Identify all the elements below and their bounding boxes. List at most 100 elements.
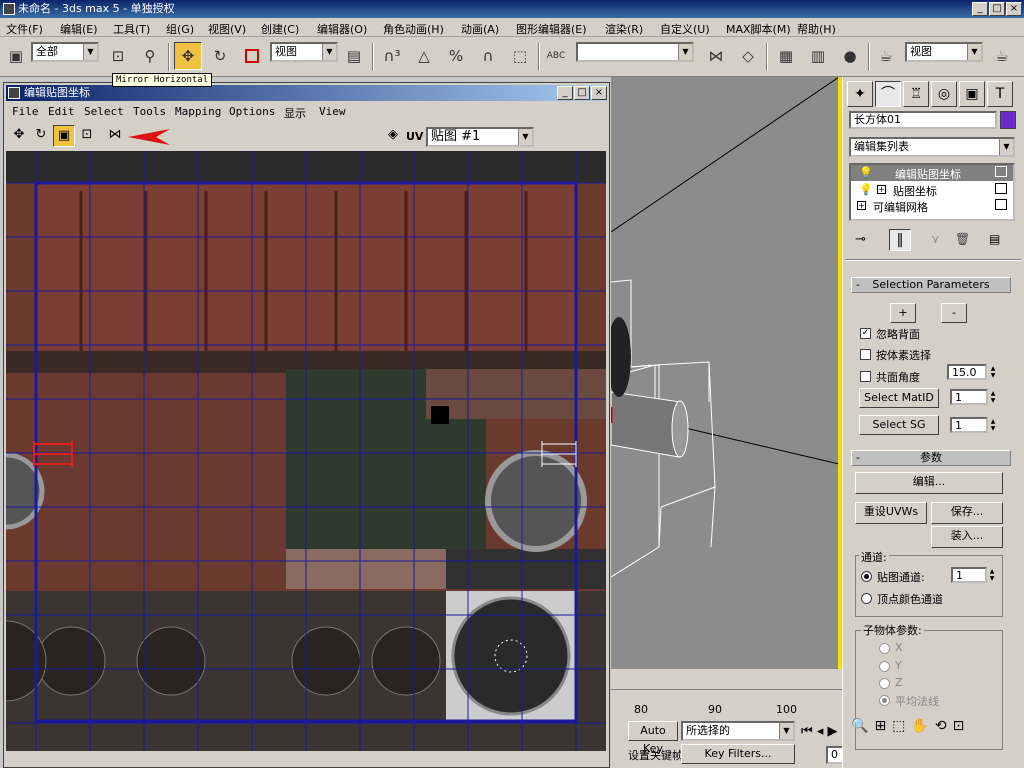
axis-y-radio[interactable] xyxy=(879,661,890,672)
shrink-selection-button[interactable]: - xyxy=(941,303,967,323)
axis-z-radio[interactable] xyxy=(879,678,890,689)
uv-menu-file[interactable]: File xyxy=(12,105,39,118)
spinner-icon[interactable]: ▲ ▼ xyxy=(988,365,998,379)
scale-icon[interactable] xyxy=(238,42,266,70)
viewport[interactable] xyxy=(607,76,840,669)
key-filters-button[interactable]: Key Filters... xyxy=(681,744,795,764)
hierarchy-tab-icon[interactable]: ♖ xyxy=(903,81,929,107)
spinner-icon[interactable]: ▲ ▼ xyxy=(988,390,998,404)
material-editor-icon[interactable]: ● xyxy=(836,42,864,70)
stack-item-uvw-map[interactable]: 💡 + 贴图坐标 xyxy=(851,182,1013,198)
named-selection-icon[interactable]: ⬚ xyxy=(506,42,534,70)
select-sg-button[interactable]: Select SG xyxy=(859,415,939,435)
uv-close-button[interactable]: × xyxy=(591,86,607,100)
ref-coord-dropdown[interactable]: 视图 ▼ xyxy=(270,42,338,62)
display-tab-icon[interactable]: ▣ xyxy=(959,81,985,107)
save-button[interactable]: 保存... xyxy=(931,502,1003,524)
snap-3d-icon[interactable]: ∩³ xyxy=(378,42,406,70)
menu-editors[interactable]: 编辑器(O) xyxy=(317,21,367,37)
quick-render-icon[interactable]: ☕ xyxy=(988,42,1016,70)
uv-render-icon[interactable]: ◈ xyxy=(382,125,404,147)
schematic-view-icon[interactable]: ▥ xyxy=(804,42,832,70)
stack-item-unwrap[interactable]: 💡 编辑贴图坐标 xyxy=(851,165,1013,181)
named-selection-dropdown[interactable]: ▼ xyxy=(576,42,694,62)
parameters-rollout[interactable]: - 参数 xyxy=(851,450,1011,466)
menu-animation[interactable]: 动画(A) xyxy=(461,21,499,37)
show-end-result-icon[interactable]: ‖ xyxy=(889,229,911,251)
configure-sets-icon[interactable]: ▤ xyxy=(989,232,1000,246)
menu-view[interactable]: 视图(V) xyxy=(208,21,246,37)
uv-menu-mapping[interactable]: Mapping xyxy=(175,105,221,118)
uv-minimize-button[interactable]: _ xyxy=(557,86,573,100)
create-tab-icon[interactable]: ✦ xyxy=(847,81,873,107)
menu-create[interactable]: 创建(C) xyxy=(261,21,299,37)
spinner-icon[interactable]: ▲ ▼ xyxy=(988,418,998,432)
arc-rotate-icon[interactable]: ⟲ xyxy=(935,718,953,734)
uv-freeform-icon[interactable]: ⊡ xyxy=(76,125,98,147)
menu-customize[interactable]: 自定义(U) xyxy=(660,21,710,37)
spinner-snap-icon[interactable]: ∩ xyxy=(474,42,502,70)
uv-menu-view[interactable]: View xyxy=(319,105,346,118)
menu-graph-editors[interactable]: 图形编辑器(E) xyxy=(516,21,587,37)
modify-tab-icon[interactable]: ⌒ xyxy=(875,81,901,107)
play-icon[interactable]: ▶ xyxy=(828,724,838,739)
uv-move-icon[interactable]: ✥ xyxy=(8,125,30,147)
utilities-tab-icon[interactable]: T xyxy=(987,81,1013,107)
uv-maximize-button[interactable]: □ xyxy=(574,86,590,100)
select-matid-button[interactable]: Select MatID xyxy=(859,388,939,408)
menu-rendering[interactable]: 渲染(R) xyxy=(605,21,643,37)
uv-menu-edit[interactable]: Edit xyxy=(48,105,75,118)
key-mode-dropdown[interactable]: 所选择的 ▼ xyxy=(681,721,795,741)
close-button[interactable]: × xyxy=(1006,2,1022,16)
matid-field[interactable]: 1 xyxy=(950,389,988,405)
rotate-icon[interactable]: ↻ xyxy=(206,42,234,70)
edit-button[interactable]: 编辑... xyxy=(855,472,1003,494)
grow-selection-button[interactable]: + xyxy=(890,303,916,323)
vertex-color-radio[interactable] xyxy=(861,593,872,604)
spinner-icon[interactable]: ▲ ▼ xyxy=(987,568,997,582)
mirror-horizontal-icon[interactable]: ⋈ xyxy=(104,125,126,147)
select-object-icon[interactable]: ⊡ xyxy=(104,42,132,70)
selected-uv-edges[interactable] xyxy=(33,441,73,467)
remove-modifier-icon[interactable]: 🗑 xyxy=(955,232,970,246)
modifier-list-dropdown[interactable]: 编辑集列表 ▼ xyxy=(849,137,1015,157)
planar-angle-checkbox[interactable] xyxy=(860,371,871,382)
uv-rotate-icon[interactable]: ↻ xyxy=(30,125,52,147)
menu-file[interactable]: 文件(F) xyxy=(6,21,43,37)
lightbulb-icon[interactable]: 💡 xyxy=(859,166,873,179)
selection-params-rollout[interactable]: - Selection Parameters xyxy=(851,277,1011,293)
angle-snap-icon[interactable]: △ xyxy=(410,42,438,70)
expand-icon[interactable]: + xyxy=(877,185,886,194)
load-button[interactable]: 装入... xyxy=(931,526,1003,548)
motion-tab-icon[interactable]: ◎ xyxy=(931,81,957,107)
pin-stack-icon[interactable]: ⊸ xyxy=(855,232,866,247)
auto-key-button[interactable]: Auto Key xyxy=(628,721,678,755)
undo-icon[interactable]: ▣ xyxy=(2,42,30,70)
zoom-all-icon[interactable]: ⊞ xyxy=(874,718,892,734)
zoom-icon[interactable]: 🔍 xyxy=(851,718,874,734)
menu-tools[interactable]: 工具(T) xyxy=(113,21,150,37)
viewport-navigation-controls[interactable]: 🔍⊞⬚✋⟲⊡ xyxy=(851,718,1019,768)
menu-character[interactable]: 角色动画(H) xyxy=(383,21,444,37)
render-scene-icon[interactable]: ☕ xyxy=(872,42,900,70)
expand-icon[interactable]: + xyxy=(857,201,866,210)
abc-icon[interactable]: ABC xyxy=(542,42,570,70)
track-view-icon[interactable]: ▦ xyxy=(772,42,800,70)
reset-uvws-button[interactable]: 重设UVWs xyxy=(855,502,927,524)
stack-item-editable-mesh[interactable]: + 可编辑网格 xyxy=(851,198,1013,214)
ignore-backface-checkbox[interactable]: ✓ xyxy=(860,328,871,339)
sg-field[interactable]: 1 xyxy=(950,417,988,433)
avg-normals-radio[interactable] xyxy=(879,695,890,706)
maximize-button[interactable]: □ xyxy=(989,2,1005,16)
object-name-field[interactable]: 长方体01 xyxy=(849,111,997,129)
menu-group[interactable]: 组(G) xyxy=(166,21,194,37)
menu-maxscript[interactable]: MAX脚本(M) xyxy=(726,21,791,37)
uv-menu-options[interactable]: Options xyxy=(229,105,275,118)
selection-filter-dropdown[interactable]: 全部 ▼ xyxy=(31,42,99,62)
map-channel-field[interactable]: 1 xyxy=(951,567,987,583)
uv-menu-tools[interactable]: Tools xyxy=(133,105,166,118)
maximize-viewport-icon[interactable]: ⊡ xyxy=(953,718,971,734)
align-icon[interactable]: ◇ xyxy=(734,42,762,70)
mirror-icon[interactable]: ⋈ xyxy=(702,42,730,70)
uv-scale-icon[interactable]: ▣ xyxy=(53,125,75,147)
